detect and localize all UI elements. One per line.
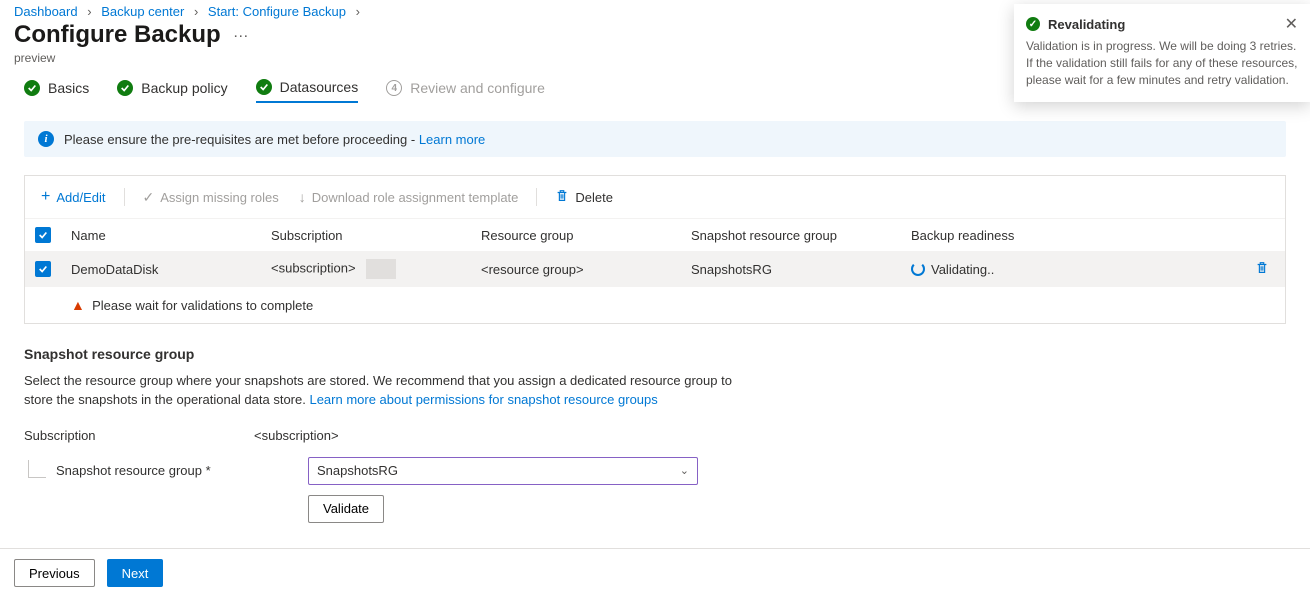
- page-title: Configure Backup: [14, 21, 221, 49]
- step-label: Basics: [48, 80, 89, 96]
- close-icon[interactable]: ✕: [1285, 14, 1298, 34]
- download-template-button: Download role assignment template: [291, 185, 527, 209]
- separator: [536, 188, 537, 206]
- delete-button[interactable]: Delete: [547, 185, 621, 210]
- button-label: Add/Edit: [56, 190, 105, 205]
- table-row[interactable]: DemoDataDisk <subscription> <resource gr…: [25, 251, 1285, 287]
- spinner-icon: [911, 262, 925, 276]
- warning-text: Please wait for validations to complete: [92, 298, 313, 313]
- info-banner: i Please ensure the pre-requisites are m…: [24, 121, 1286, 157]
- check-icon: [117, 80, 133, 96]
- cell-name: DemoDataDisk: [61, 251, 261, 287]
- step-review: 4 Review and configure: [386, 79, 545, 103]
- step-label: Datasources: [280, 79, 359, 95]
- snapshot-rg-heading: Snapshot resource group: [24, 346, 1286, 362]
- breadcrumb-link[interactable]: Backup center: [101, 4, 184, 19]
- button-label: Download role assignment template: [312, 190, 519, 205]
- row-delete-button[interactable]: [1245, 251, 1285, 287]
- cell-subscription: <subscription>: [261, 251, 471, 287]
- chevron-right-icon: ›: [350, 4, 366, 19]
- step-datasources[interactable]: Datasources: [256, 79, 359, 103]
- cell-resource-group: <resource group>: [471, 251, 681, 287]
- assign-roles-button: Assign missing roles: [135, 185, 287, 210]
- cell-snapshot-rg: SnapshotsRG: [681, 251, 901, 287]
- trash-icon: [1255, 261, 1269, 275]
- snapshot-rg-description: Select the resource group where your sna…: [24, 372, 744, 410]
- warning-icon: ▲: [71, 297, 85, 313]
- check-icon: [143, 189, 155, 206]
- toast-title: Revalidating: [1048, 17, 1125, 32]
- row-checkbox[interactable]: [35, 261, 51, 277]
- redacted-block: [366, 259, 396, 279]
- snapshot-rg-label: Snapshot resource group *: [56, 463, 211, 478]
- breadcrumb-link[interactable]: Start: Configure Backup: [208, 4, 346, 19]
- success-icon: ✓: [1026, 17, 1040, 31]
- subscription-label: Subscription: [24, 428, 254, 443]
- button-label: Assign missing roles: [160, 190, 279, 205]
- chevron-right-icon: ›: [81, 4, 97, 19]
- chevron-down-icon: ⌄: [680, 464, 689, 477]
- download-icon: [299, 189, 306, 205]
- info-text: Please ensure the pre-requisites are met…: [64, 132, 419, 147]
- check-icon: [256, 79, 272, 95]
- col-subscription: Subscription: [261, 219, 471, 252]
- chevron-right-icon: ›: [188, 4, 204, 19]
- button-label: Delete: [575, 190, 613, 205]
- toolbar: Add/Edit Assign missing roles Download r…: [25, 176, 1285, 218]
- validation-warning-row: ▲ Please wait for validations to complet…: [25, 287, 1285, 323]
- tree-connector: [28, 460, 46, 478]
- next-button[interactable]: Next: [107, 559, 164, 587]
- trash-icon: [555, 189, 569, 206]
- learn-more-link[interactable]: Learn more: [419, 132, 485, 147]
- datasources-card: Add/Edit Assign missing roles Download r…: [24, 175, 1286, 324]
- validate-button[interactable]: Validate: [308, 495, 384, 523]
- learn-more-permissions-link[interactable]: Learn more about permissions for snapsho…: [309, 392, 657, 407]
- add-edit-button[interactable]: Add/Edit: [33, 184, 114, 210]
- datasources-table: Name Subscription Resource group Snapsho…: [25, 218, 1285, 323]
- step-number-icon: 4: [386, 80, 402, 96]
- check-icon: [24, 80, 40, 96]
- step-backup-policy[interactable]: Backup policy: [117, 79, 227, 103]
- readiness-text: Validating..: [931, 262, 994, 277]
- wizard-footer: Previous Next: [0, 548, 1310, 597]
- more-actions-icon[interactable]: …: [233, 24, 249, 46]
- notification-toast: ✓ Revalidating ✕ Validation is in progre…: [1014, 4, 1310, 102]
- col-resource-group: Resource group: [471, 219, 681, 252]
- plus-icon: [41, 188, 50, 206]
- select-all-checkbox[interactable]: [35, 227, 51, 243]
- step-label: Backup policy: [141, 80, 227, 96]
- select-value: SnapshotsRG: [317, 463, 398, 478]
- col-readiness: Backup readiness: [901, 219, 1245, 252]
- col-snapshot-rg: Snapshot resource group: [681, 219, 901, 252]
- breadcrumb-link[interactable]: Dashboard: [14, 4, 78, 19]
- step-basics[interactable]: Basics: [24, 79, 89, 103]
- previous-button[interactable]: Previous: [14, 559, 95, 587]
- col-name: Name: [61, 219, 261, 252]
- info-icon: i: [38, 131, 54, 147]
- separator: [124, 188, 125, 206]
- readiness-status: Validating..: [911, 262, 1235, 277]
- snapshot-rg-select[interactable]: SnapshotsRG ⌄: [308, 457, 698, 485]
- toast-body: Validation is in progress. We will be do…: [1026, 38, 1298, 88]
- subscription-value: <subscription>: [254, 428, 339, 443]
- step-label: Review and configure: [410, 80, 545, 96]
